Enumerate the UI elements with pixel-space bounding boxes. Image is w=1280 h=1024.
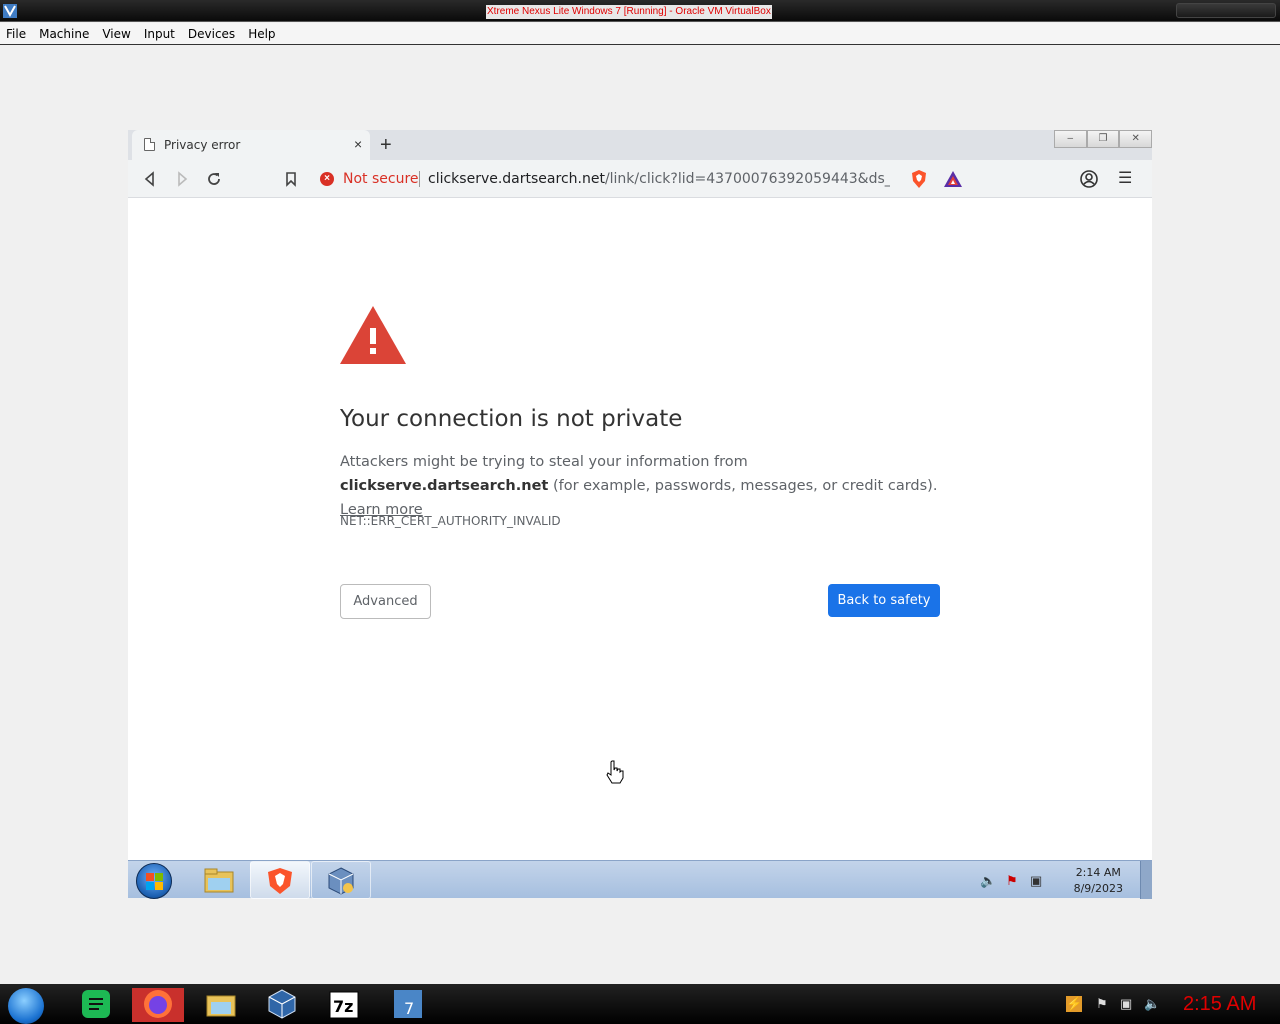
virtualbox-icon [268,989,296,1019]
menu-help[interactable]: Help [248,27,275,41]
page-description: Attackers might be trying to steal your … [340,450,940,522]
close-button[interactable]: ✕ [1119,130,1153,148]
profile-icon[interactable] [1080,170,1098,188]
browser-toolbar: × Not secure clickserve.dartsearch.net/l… [128,160,1152,198]
host-start-orb-icon[interactable] [8,988,44,1024]
file-explorer-icon [206,995,236,1017]
bookmark-icon[interactable] [281,169,301,189]
network-icon[interactable]: ▣ [1030,873,1046,889]
folder-icon [204,868,234,893]
warning-triangle-icon [340,306,406,364]
brave-shield-icon[interactable] [911,170,927,188]
menu-file[interactable]: File [6,27,26,41]
action-center-flag-icon[interactable]: ⚑ [1006,873,1022,889]
reload-icon[interactable] [204,169,224,189]
host-menubar: File Machine View Input Devices Help [0,23,1280,45]
taskbar-virtualbox[interactable] [311,861,371,899]
brave-lion-icon [268,868,292,894]
address-bar[interactable]: × Not secure clickserve.dartsearch.net/l… [312,165,966,193]
host-7zip-app[interactable]: 7z [318,988,370,1022]
svg-text:7: 7 [404,999,414,1018]
menu-view[interactable]: View [102,27,130,41]
back-to-safety-button[interactable]: Back to safety [828,584,940,617]
desc-text-end: (for example, passwords, messages, or cr… [548,478,938,494]
url-text[interactable]: clickserve.dartsearch.net/link/click?lid… [428,171,890,187]
tab-close-icon[interactable]: × [354,136,362,152]
host-window-controls[interactable] [1176,3,1276,18]
host-clock[interactable]: 2:15 AM [1183,993,1256,1016]
error-x-icon[interactable]: × [320,172,334,186]
window-title: Xtreme Nexus Lite Windows 7 [Running] - … [486,5,772,19]
host-firefox-app[interactable] [132,988,184,1022]
show-desktop-button[interactable] [1140,861,1152,899]
host-titlebar: Xtreme Nexus Lite Windows 7 [Running] - … [0,0,1280,22]
back-icon[interactable] [140,169,160,189]
7zip-icon: 7z [329,991,359,1019]
host-network-icon[interactable]: ▣ [1120,996,1136,1012]
menu-hamburger-icon[interactable]: ☰ [1118,170,1132,188]
menu-devices[interactable]: Devices [188,27,235,41]
error-code: NET::ERR_CERT_AUTHORITY_INVALID [340,514,561,528]
host-virtualbox-app[interactable] [256,988,308,1022]
not-secure-label[interactable]: Not secure [343,171,419,187]
host-usb-tool-app[interactable]: 7 [382,988,434,1022]
guest-clock[interactable]: 2:14 AM 8/9/2023 [1074,865,1123,897]
advanced-button[interactable]: Advanced [340,584,431,619]
guest-taskbar: 🔈 ⚑ ▣ 2:14 AM 8/9/2023 [128,860,1152,899]
guest-start-button[interactable] [136,863,172,899]
forward-icon[interactable] [172,169,192,189]
page-title: Your connection is not private [340,406,683,432]
win7-usb-tool-icon: 7 [394,990,422,1018]
virtualbox-app-icon [3,4,17,18]
tab-title: Privacy error [164,138,241,152]
window-controls: – ❐ ✕ [1054,130,1153,148]
minimize-button[interactable]: – [1054,130,1087,148]
document-icon [144,138,155,151]
hand-cursor-icon [606,760,624,784]
guest-date: 8/9/2023 [1073,882,1123,895]
host-volume-icon[interactable]: 🔈 [1144,996,1160,1012]
url-host: clickserve.dartsearch.net [428,171,605,187]
tab-privacy-error[interactable]: Privacy error × [132,130,370,160]
desc-host: clickserve.dartsearch.net [340,478,549,494]
windows-logo-icon [146,873,163,890]
guest-system-tray: 🔈 ⚑ ▣ 2:14 AM 8/9/2023 [980,861,1140,899]
svg-text:7z: 7z [333,997,353,1016]
url-path: /link/click?lid=43700076392059443&ds_s_k… [604,171,890,187]
host-tray-app-icon[interactable]: ⚡ [1066,996,1082,1012]
host-explorer-app[interactable] [195,988,247,1022]
taskbar-explorer[interactable] [188,861,248,899]
desc-text: Attackers might be trying to steal your … [340,454,748,470]
maximize-button[interactable]: ❐ [1086,130,1120,148]
notes-app-icon [82,990,110,1018]
host-notes-app[interactable] [70,988,122,1022]
new-tab-button[interactable]: + [380,133,392,157]
menu-machine[interactable]: Machine [39,27,89,41]
host-taskbar: 7z 7 ⚡ ⚑ ▣ 🔈 2:15 AM [0,984,1280,1024]
host-flag-icon[interactable]: ⚑ [1096,996,1112,1012]
menu-input[interactable]: Input [144,27,175,41]
firefox-icon [144,990,172,1018]
interstitial-page: Your connection is not private Attackers… [128,198,1152,860]
tab-strip: Privacy error × + – ❐ ✕ [128,130,1153,160]
omnibox-divider [419,171,420,187]
virtualbox-cube-icon [328,867,354,895]
taskbar-brave[interactable] [250,861,310,899]
guest-time: 2:14 AM [1075,866,1121,879]
browser-window: Privacy error × + – ❐ ✕ × Not secure cli… [128,130,1153,860]
volume-icon[interactable]: 🔈 [980,873,996,889]
brave-rewards-icon[interactable] [944,171,962,187]
